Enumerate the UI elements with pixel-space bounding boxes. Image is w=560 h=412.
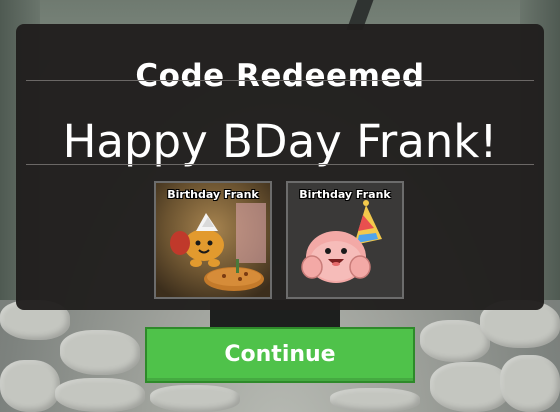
divider (26, 164, 534, 165)
reward-name: Birthday Frank (299, 188, 391, 201)
reward-name: Birthday Frank (167, 188, 259, 201)
continue-button-label: Continue (224, 342, 336, 367)
reward-card[interactable]: Birthday Frank (154, 181, 272, 299)
reward-card[interactable]: Birthday Frank (286, 181, 404, 299)
continue-button[interactable]: Continue (145, 327, 415, 383)
cobblestone (60, 330, 140, 375)
cobblestone (150, 385, 240, 412)
redeemed-code-text: Happy BDay Frank! (62, 115, 498, 168)
cobblestone (330, 388, 420, 412)
divider (26, 80, 534, 81)
cobblestone (430, 362, 510, 412)
cobblestone (55, 378, 145, 412)
dialog-title: Code Redeemed (135, 58, 425, 94)
rewards-list: Birthday Frank Birthday Frank (154, 181, 406, 301)
code-redeemed-dialog: Code Redeemed Happy BDay Frank! Birthday… (16, 24, 544, 310)
cobblestone (0, 360, 60, 412)
cobblestone (500, 355, 560, 412)
